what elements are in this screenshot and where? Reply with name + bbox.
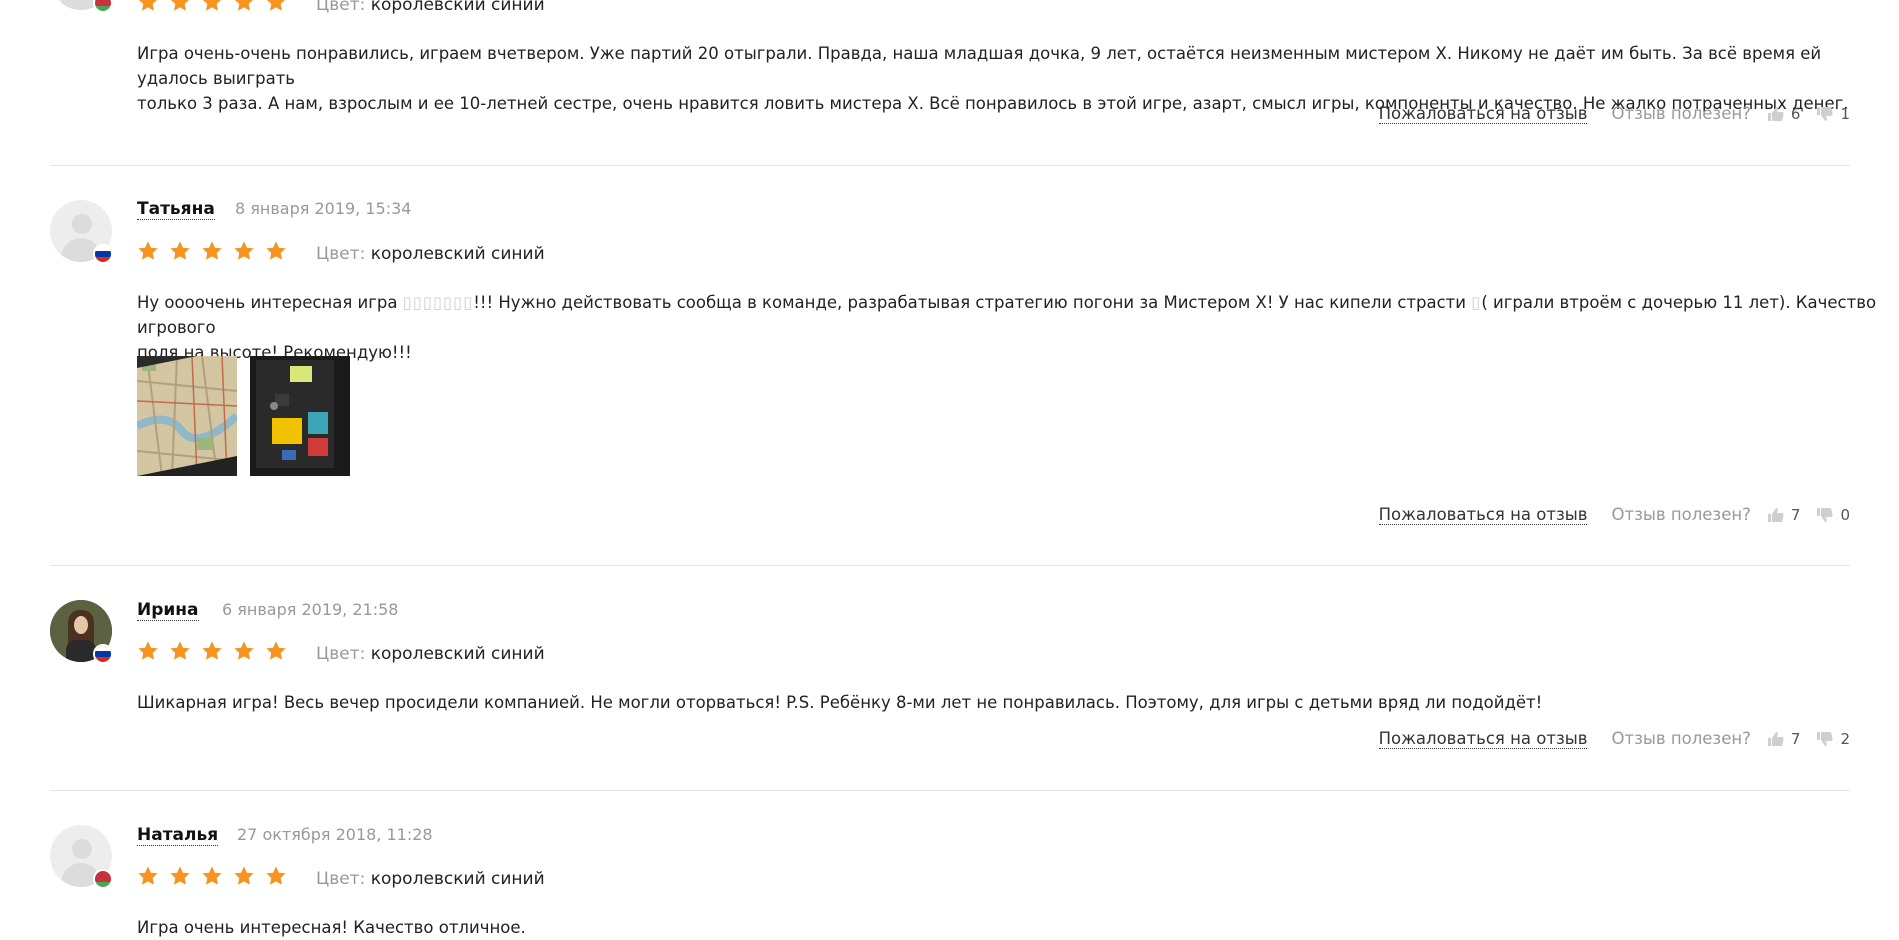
review-actions: Пожаловаться на отзыв Отзыв полезен? 7 2 [1378,728,1850,750]
thumbs-down-icon [1817,508,1834,522]
star-icon [234,241,254,260]
like-count: 6 [1790,105,1801,123]
star-icon [202,241,222,260]
emoji-glyphs: ▯ [1471,293,1482,312]
star-icon [138,866,158,885]
complain-link[interactable]: Пожаловаться на отзыв [1378,729,1588,749]
star-icon [202,641,222,660]
review-text-line: поля на высоте! Рекомендую!!! [137,343,412,362]
review-date: 6 января 2019, 21:58 [222,600,399,619]
complain-link[interactable]: Пожаловаться на отзыв [1378,505,1588,525]
review-text-line: Игра очень-очень понравились, играем вче… [137,44,1822,88]
star-icon [170,641,190,660]
product-color: Цвет: королевский синий [316,0,545,15]
color-value: королевский синий [370,644,545,664]
star-icon [170,866,190,885]
review-divider [50,790,1850,791]
color-value: королевский синий [370,869,545,889]
dislike-count: 2 [1840,730,1850,748]
rating-stars [137,0,292,13]
dislike-count: 0 [1840,506,1850,524]
review-author[interactable]: Татьяна [137,199,215,220]
review-text-line: Игра очень интересная! Качество отличное… [137,918,526,937]
helpful-label: Отзыв полезен? [1611,104,1751,123]
helpful-label: Отзыв полезен? [1611,729,1751,748]
review-text: Игра очень интересная! Качество отличное… [137,915,1897,940]
review-divider [50,165,1850,166]
review-text-part: !!! Нужно действовать сообща в команде, … [473,293,1472,312]
dislike-button[interactable]: 0 [1816,504,1850,526]
thumbs-up-icon [1767,107,1784,121]
review-text-line: Шикарная игра! Весь вечер просидели комп… [137,693,1543,712]
star-icon [235,0,254,11]
star-icon [266,241,286,260]
like-button[interactable]: 6 [1767,103,1801,125]
review-text-line: Ну оооочень интересная игра ▯▯▯▯▯▯▯!!! Н… [137,290,1897,340]
color-value: королевский синий [370,244,545,264]
star-icon [138,241,158,260]
like-count: 7 [1790,506,1801,524]
emoji-glyphs: ▯▯▯▯▯▯▯ [402,293,474,312]
like-button[interactable]: 7 [1767,728,1801,750]
review-text-part: Ну оооочень интересная игра [137,293,403,312]
complain-link[interactable]: Пожаловаться на отзыв [1378,104,1588,124]
star-icon [171,0,190,11]
thumbs-up-icon [1767,732,1784,746]
flag-russia-icon [93,244,113,264]
star-icon [202,866,222,885]
review-actions: Пожаловаться на отзыв Отзыв полезен? 7 0 [1378,504,1850,526]
review-actions: Пожаловаться на отзыв Отзыв полезен? 6 1 [1378,103,1850,125]
review-author[interactable]: Наталья [137,825,219,846]
dislike-count: 1 [1840,105,1850,123]
product-color: Цвет: королевский синий [316,869,545,889]
thumbs-up-icon [1767,508,1784,522]
review-photo-game-box[interactable] [250,356,350,476]
helpful-label: Отзыв полезен? [1611,505,1751,524]
star-icon [266,866,286,885]
star-icon [203,0,222,11]
rating-stars [137,240,292,262]
rating-stars [137,640,292,662]
star-icon [138,0,158,11]
review-date: 8 января 2019, 15:34 [235,199,412,218]
review-date: 27 октября 2018, 11:28 [237,825,433,844]
product-color: Цвет: королевский синий [316,644,545,664]
product-color: Цвет: королевский синий [316,244,545,264]
color-label: Цвет: [316,244,366,264]
color-value: королевский синий [370,0,545,15]
dislike-button[interactable]: 2 [1816,728,1850,750]
like-button[interactable]: 7 [1767,504,1801,526]
like-count: 7 [1790,730,1801,748]
color-label: Цвет: [316,644,366,664]
review-author[interactable]: Ирина [137,600,199,621]
color-label: Цвет: [316,869,366,889]
review-text: Ну оооочень интересная игра ▯▯▯▯▯▯▯!!! Н… [137,290,1897,365]
game-box-image [250,356,350,476]
star-icon [170,241,190,260]
star-icon [234,866,254,885]
thumbs-down-icon [1817,107,1834,121]
star-icon [266,641,286,660]
star-icon [234,641,254,660]
review-divider [50,565,1850,566]
board-map-image [137,356,237,476]
review-text: Шикарная игра! Весь вечер просидели комп… [137,690,1897,715]
star-icon [138,641,158,660]
flag-belarus-icon [93,869,113,889]
dislike-button[interactable]: 1 [1816,103,1850,125]
flag-belarus-icon [93,0,113,13]
rating-stars [137,865,292,887]
flag-russia-icon [93,644,113,664]
star-icon [267,0,286,11]
color-label: Цвет: [316,0,366,15]
review-photo-board-map[interactable] [137,356,237,476]
thumbs-down-icon [1817,732,1834,746]
